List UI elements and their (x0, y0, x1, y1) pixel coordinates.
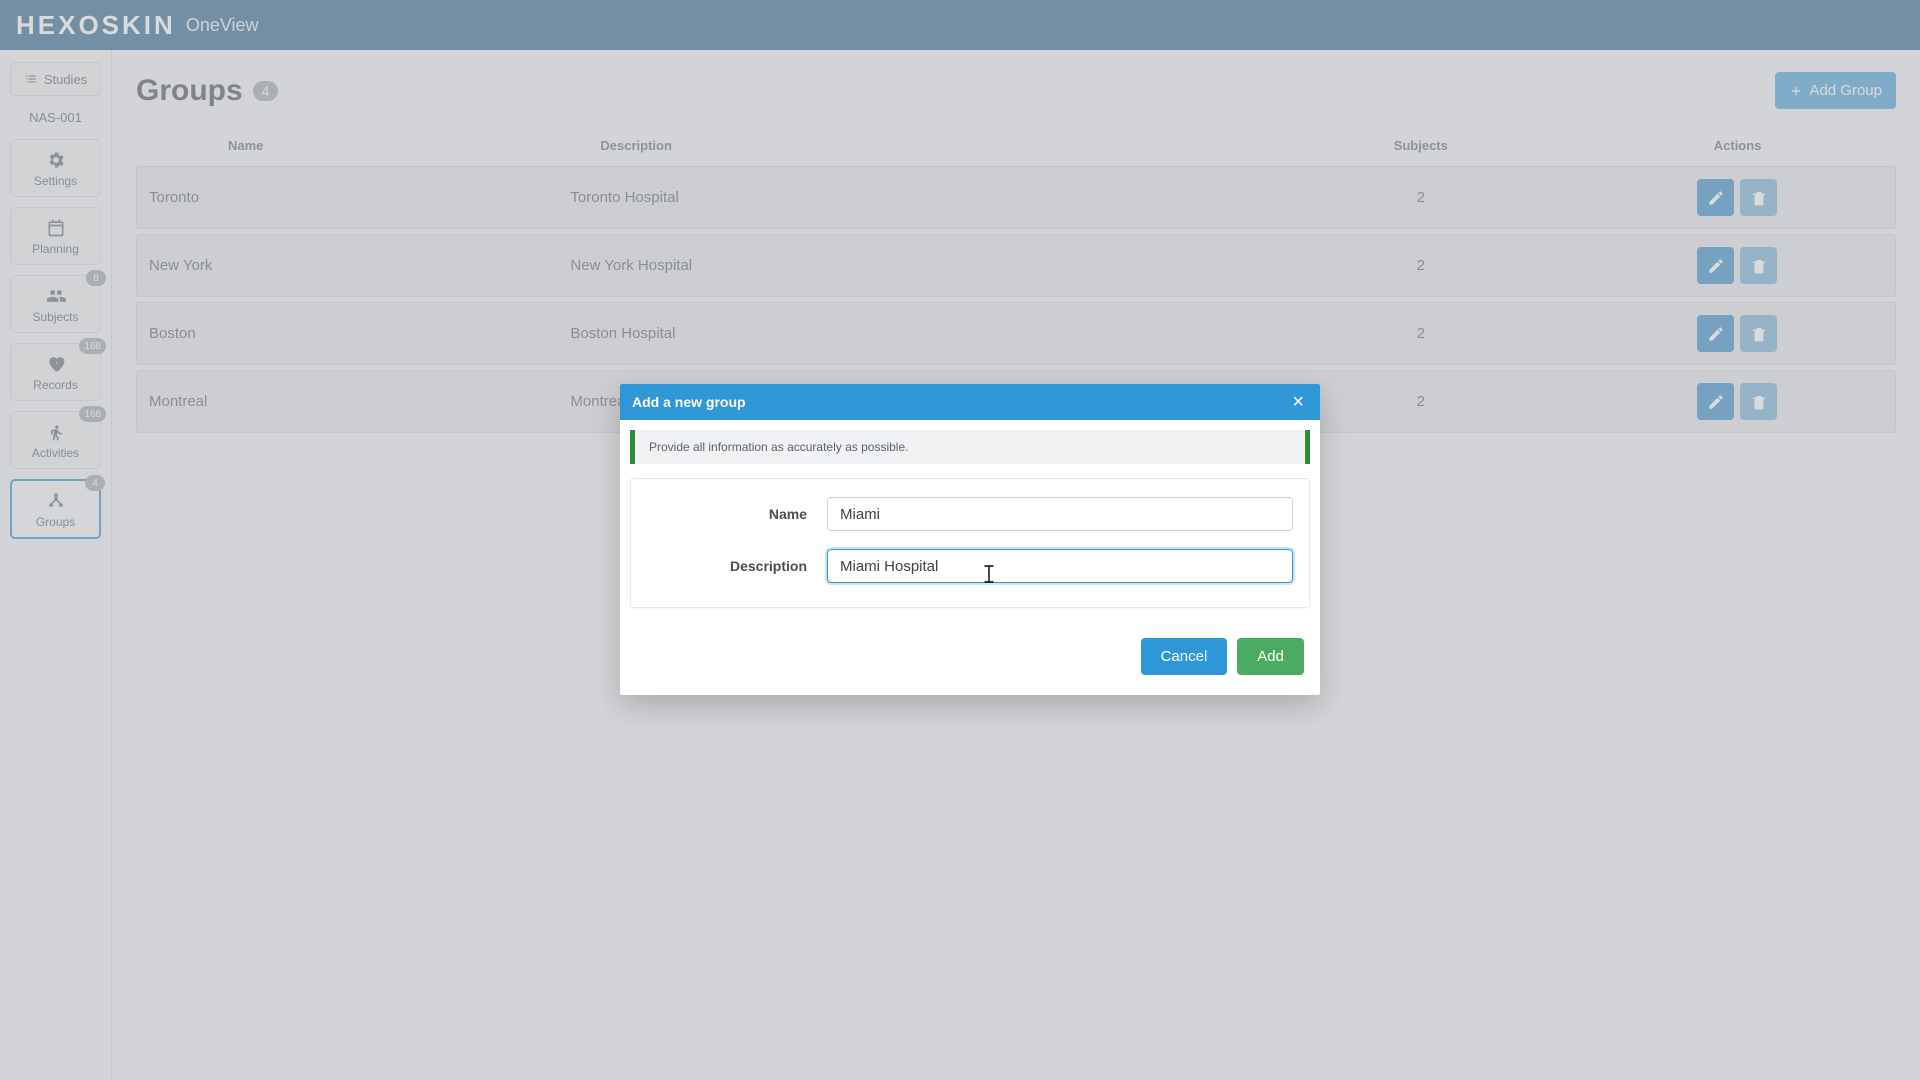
add-button[interactable]: Add (1237, 638, 1304, 675)
name-input[interactable] (827, 497, 1293, 531)
modal-close-button[interactable]: × (1288, 392, 1308, 412)
add-group-modal: Add a new group × Provide all informatio… (620, 384, 1320, 695)
description-label: Description (647, 558, 807, 574)
name-label: Name (647, 506, 807, 522)
close-icon: × (1292, 391, 1304, 413)
description-input[interactable] (827, 549, 1293, 583)
cancel-button[interactable]: Cancel (1141, 638, 1228, 675)
modal-header: Add a new group × (620, 384, 1320, 420)
modal-title: Add a new group (632, 394, 746, 410)
modal-info-banner: Provide all information as accurately as… (630, 430, 1310, 464)
